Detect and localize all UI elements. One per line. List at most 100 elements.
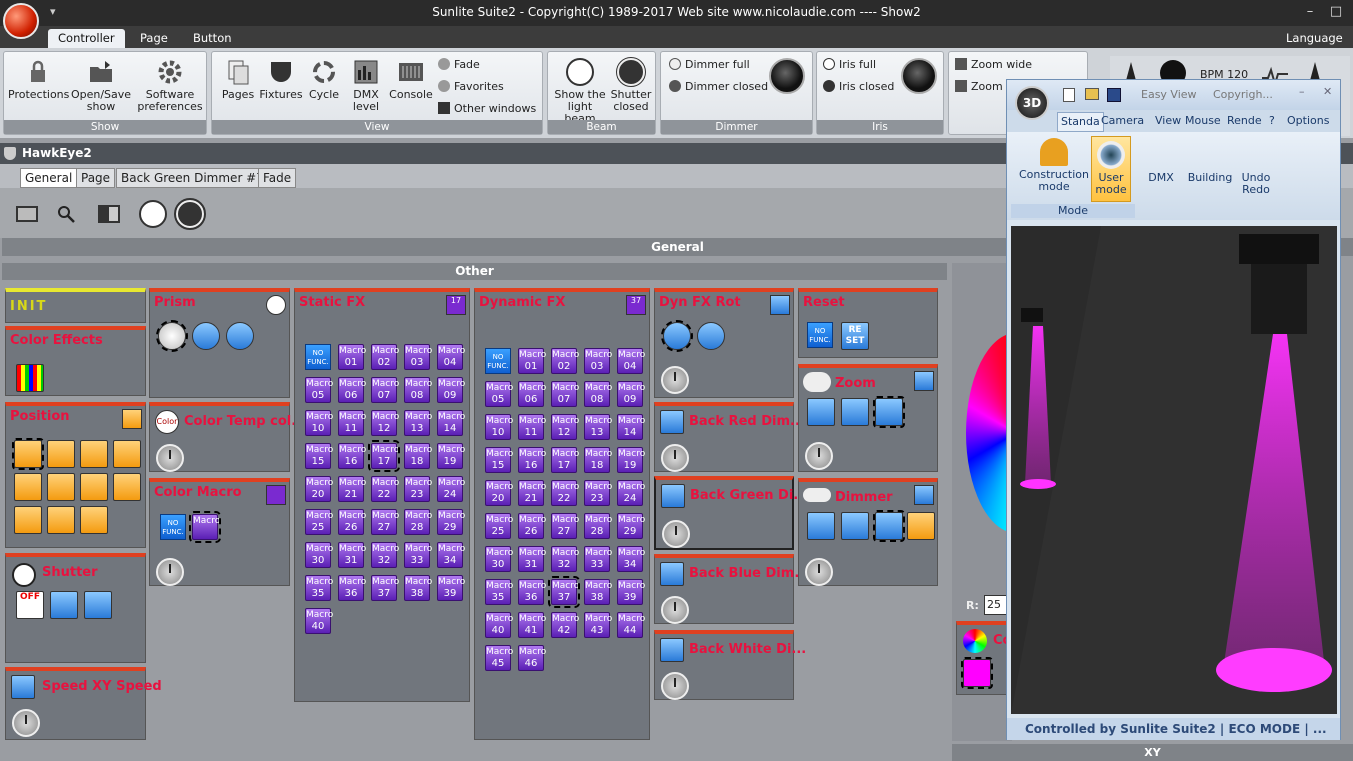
rotate-cw-button[interactable]	[661, 320, 693, 352]
back-blue-dial[interactable]	[661, 596, 689, 624]
macro-button[interactable]: Macro 13	[584, 414, 612, 440]
macro-button[interactable]: Macro 35	[305, 575, 333, 601]
macro-button[interactable]: Macro 01	[338, 344, 366, 370]
macro-button[interactable]: Macro 24	[437, 476, 465, 502]
tab-fade[interactable]: Fade	[258, 168, 297, 188]
macro-button[interactable]: Macro 45	[485, 645, 513, 671]
dimmer-3-button[interactable]	[873, 510, 905, 542]
macro-button[interactable]: Macro 02	[371, 344, 399, 370]
position-preset-button[interactable]	[113, 440, 141, 468]
position-preset-button[interactable]	[113, 473, 141, 501]
macro-button[interactable]: Macro 27	[551, 513, 579, 539]
tab-controller[interactable]: Controller	[48, 29, 125, 48]
macro-button[interactable]: Macro 09	[437, 377, 465, 403]
macro-button[interactable]: Macro 11	[338, 410, 366, 436]
screen-icon[interactable]	[16, 206, 38, 222]
macro-button[interactable]: Macro 31	[518, 546, 546, 572]
macro-button[interactable]: Macro 29	[437, 509, 465, 535]
macro-button[interactable]: Macro 36	[518, 579, 546, 605]
cycle-button[interactable]: Cycle	[306, 58, 342, 101]
macro-button[interactable]: Macro 04	[437, 344, 465, 370]
macro-button[interactable]: Macro 22	[371, 476, 399, 502]
dimmer-mode-icon[interactable]	[914, 485, 934, 505]
macro-button[interactable]: Macro 19	[437, 443, 465, 469]
position-preset-button[interactable]	[14, 473, 42, 501]
macro-button[interactable]: Macro 10	[485, 414, 513, 440]
minimize-button[interactable]: –	[1300, 4, 1320, 22]
macro-button[interactable]: Macro 14	[437, 410, 465, 436]
tab-page[interactable]: Page	[76, 168, 116, 188]
dimmer-2-button[interactable]	[841, 512, 869, 540]
iris-closed-button[interactable]: Iris closed	[823, 80, 894, 93]
macro-button[interactable]: Macro 19	[617, 447, 645, 473]
dimmer-4-button[interactable]	[907, 512, 935, 540]
dimmer-closed-button[interactable]: Dimmer closed	[669, 80, 768, 93]
macro-button[interactable]: Macro 01	[518, 348, 546, 374]
macro-button[interactable]: Macro 32	[551, 546, 579, 572]
save-icon[interactable]	[1107, 88, 1121, 102]
macro-button[interactable]: Macro 39	[437, 575, 465, 601]
macro-button[interactable]: Macro 42	[551, 612, 579, 638]
no-func-button[interactable]: NO FUNC.	[160, 514, 186, 540]
dimmer-knob[interactable]	[769, 58, 805, 94]
tab-general[interactable]: General	[20, 168, 78, 188]
prism-3-button[interactable]	[192, 322, 220, 350]
macro-button[interactable]: Macro 33	[404, 542, 432, 568]
macro-button[interactable]: Macro 30	[305, 542, 333, 568]
macro-button[interactable]: Macro 04	[617, 348, 645, 374]
options-menu[interactable]: Options	[1287, 114, 1329, 127]
macro-button[interactable]: Macro 30	[485, 546, 513, 572]
color-macro-button[interactable]: Macro	[189, 511, 221, 543]
macro-button[interactable]: Macro 08	[584, 381, 612, 407]
macro-button[interactable]: Macro 12	[551, 414, 579, 440]
macro-button[interactable]: Macro 46	[518, 645, 546, 671]
macro-button[interactable]: Macro 16	[338, 443, 366, 469]
magenta-button[interactable]	[961, 657, 993, 689]
no-func-button[interactable]: NO FUNC.	[305, 344, 331, 370]
macro-button[interactable]: Macro 28	[584, 513, 612, 539]
static-fx-badge[interactable]: 17	[446, 295, 466, 315]
no-func-button[interactable]: NO FUNC.	[485, 348, 511, 374]
macro-button[interactable]: Macro 18	[404, 443, 432, 469]
prism-4-button[interactable]	[226, 322, 254, 350]
macro-button[interactable]: Macro 10	[305, 410, 333, 436]
tab-button[interactable]: Button	[183, 29, 242, 48]
macro-button[interactable]: Macro 09	[617, 381, 645, 407]
app-logo-button[interactable]	[3, 3, 39, 39]
user-mode-button[interactable]: User mode	[1091, 136, 1131, 202]
macro-button[interactable]: Macro 06	[518, 381, 546, 407]
macro-button[interactable]: Macro 18	[584, 447, 612, 473]
macro-button[interactable]: Macro 25	[305, 509, 333, 535]
macro-button[interactable]: Macro 07	[371, 377, 399, 403]
favorites-button[interactable]: Favorites	[438, 80, 504, 93]
macro-button[interactable]: Macro 13	[404, 410, 432, 436]
protections-button[interactable]: Protections	[8, 58, 69, 101]
macro-button[interactable]: Macro 27	[371, 509, 399, 535]
position-preset-button[interactable]	[80, 473, 108, 501]
macro-button[interactable]: Macro 40	[305, 608, 333, 634]
macro-button[interactable]: Macro 22	[551, 480, 579, 506]
macro-button[interactable]: Macro 37	[371, 575, 399, 601]
macro-button[interactable]: Macro 34	[437, 542, 465, 568]
back-red-dial[interactable]	[661, 444, 689, 472]
open-save-button[interactable]: Open/Save show	[70, 58, 132, 113]
macro-button[interactable]: Macro 14	[617, 414, 645, 440]
macro-button[interactable]: Macro 08	[404, 377, 432, 403]
macro-button[interactable]: Macro 20	[485, 480, 513, 506]
position-preset-button[interactable]	[47, 506, 75, 534]
search-icon[interactable]	[56, 204, 76, 224]
macro-button[interactable]: Macro 35	[485, 579, 513, 605]
macro-button[interactable]: Macro 23	[584, 480, 612, 506]
shutter-off-button[interactable]: OFF	[16, 591, 44, 619]
macro-button[interactable]: Macro 16	[518, 447, 546, 473]
tab-page[interactable]: Page	[130, 29, 178, 48]
console-button[interactable]: Console	[388, 58, 434, 101]
position-preset-button[interactable]	[47, 440, 75, 468]
layout-icon[interactable]	[98, 205, 120, 223]
3d-scene-viewport[interactable]	[1011, 226, 1337, 714]
macro-button[interactable]: Macro 31	[338, 542, 366, 568]
macro-button[interactable]: Macro 07	[551, 381, 579, 407]
macro-button[interactable]: Macro 32	[371, 542, 399, 568]
dmx-menu[interactable]: DMX	[1141, 172, 1181, 184]
macro-button[interactable]: Macro 05	[485, 381, 513, 407]
